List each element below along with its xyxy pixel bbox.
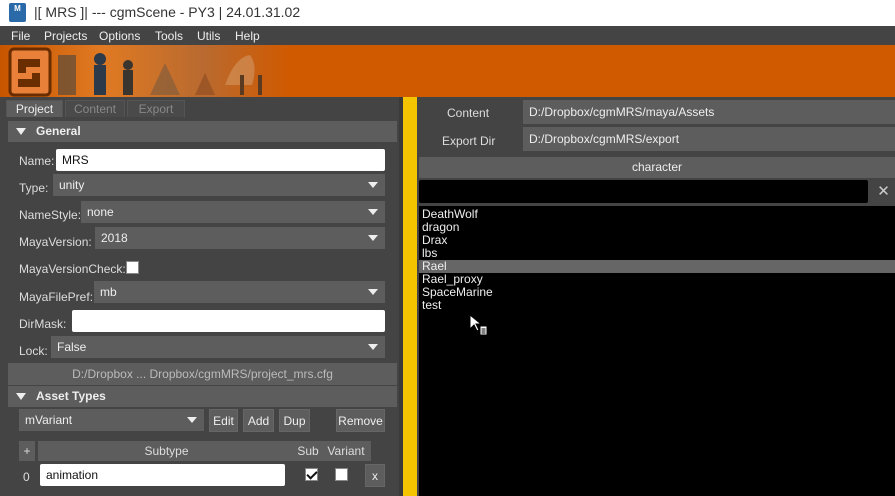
- chevron-down-icon: [187, 417, 197, 423]
- name-field[interactable]: MRS: [56, 149, 385, 171]
- name-label: Name:: [19, 154, 55, 168]
- content-panel: Content D:/Dropbox/cgmMRS/maya/Assets Ex…: [417, 97, 895, 496]
- namestyle-dropdown[interactable]: none: [81, 201, 385, 223]
- project-panel: Project Content Export General Name: MRS…: [0, 97, 403, 496]
- dirmask-field[interactable]: [72, 310, 385, 332]
- dirmask-label: DirMask:: [19, 317, 67, 331]
- banner-image: [0, 45, 895, 97]
- asset-types-section-header[interactable]: Asset Types: [8, 386, 397, 407]
- menu-options[interactable]: Options: [99, 29, 140, 43]
- collapse-triangle-icon: [16, 128, 26, 135]
- banner-artwork: [0, 45, 290, 97]
- mouse-cursor-icon: [469, 314, 488, 336]
- type-value: unity: [59, 178, 85, 192]
- mayaversion-label: MayaVersion:: [19, 235, 92, 249]
- variant-checkbox[interactable]: [335, 468, 348, 481]
- search-input[interactable]: [419, 180, 868, 203]
- edit-button[interactable]: Edit: [209, 409, 238, 432]
- general-header-label: General: [36, 124, 81, 138]
- variant-dropdown[interactable]: mVariant: [19, 409, 204, 431]
- list-item[interactable]: DeathWolf: [419, 208, 895, 221]
- list-item-selected[interactable]: Rael: [419, 260, 895, 273]
- dup-button[interactable]: Dup: [279, 409, 310, 432]
- menu-tools[interactable]: Tools: [155, 29, 183, 43]
- lock-label: Lock:: [19, 344, 48, 358]
- config-path-bar[interactable]: D:/Dropbox ... Dropbox/cgmMRS/project_mr…: [8, 363, 397, 385]
- list-item[interactable]: SpaceMarine: [419, 286, 895, 299]
- mayaversion-dropdown[interactable]: 2018: [95, 227, 385, 249]
- chevron-down-icon: [368, 344, 378, 350]
- lock-value: False: [57, 340, 87, 354]
- content-path-field[interactable]: D:/Dropbox/cgmMRS/maya/Assets: [523, 100, 895, 124]
- chevron-down-icon: [368, 289, 378, 295]
- delete-row-button[interactable]: x: [365, 464, 385, 487]
- namestyle-value: none: [87, 205, 114, 219]
- mayaversioncheck-checkbox[interactable]: [126, 261, 139, 274]
- chevron-down-icon: [368, 209, 378, 215]
- tab-content[interactable]: Content: [65, 100, 125, 117]
- maya-app-icon: M: [9, 3, 26, 22]
- add-button[interactable]: Add: [243, 409, 274, 432]
- mayafilepref-dropdown[interactable]: mb: [94, 281, 385, 303]
- menu-projects[interactable]: Projects: [44, 29, 87, 43]
- window-title: |[ MRS ]| --- cgmScene - PY3 | 24.01.31.…: [34, 4, 301, 20]
- menu-utils[interactable]: Utils: [197, 29, 220, 43]
- namestyle-label: NameStyle:: [19, 208, 82, 222]
- chevron-down-icon: [368, 182, 378, 188]
- content-label: Content: [447, 106, 490, 120]
- subtype-field[interactable]: animation: [40, 464, 285, 486]
- export-dir-label: Export Dir: [442, 134, 496, 148]
- panel-divider[interactable]: [403, 97, 417, 496]
- add-row-button[interactable]: +: [19, 441, 35, 461]
- tab-project[interactable]: Project: [6, 100, 63, 117]
- menu-file[interactable]: File: [11, 29, 30, 43]
- category-header[interactable]: character: [419, 157, 895, 178]
- mayafilepref-label: MayaFilePref:: [19, 290, 94, 304]
- mayaversioncheck-label: MayaVersionCheck:: [19, 262, 126, 276]
- sub-column-header: Sub: [295, 441, 321, 461]
- clear-search-icon[interactable]: ✕: [872, 180, 895, 203]
- variant-column-header: Variant: [321, 441, 371, 461]
- list-item[interactable]: Drax: [419, 234, 895, 247]
- list-item[interactable]: lbs: [419, 247, 895, 260]
- chevron-down-icon: [368, 235, 378, 241]
- type-label: Type:: [19, 181, 49, 195]
- tab-export[interactable]: Export: [127, 100, 185, 117]
- lock-dropdown[interactable]: False: [51, 336, 385, 358]
- mayafilepref-value: mb: [100, 285, 117, 299]
- variant-value: mVariant: [25, 413, 73, 427]
- menu-help[interactable]: Help: [235, 29, 260, 43]
- mayaversion-value: 2018: [101, 231, 128, 245]
- type-dropdown[interactable]: unity: [53, 174, 385, 196]
- subtype-column-header: Subtype: [38, 441, 295, 461]
- general-section-header[interactable]: General: [8, 121, 397, 142]
- asset-types-header-label: Asset Types: [36, 389, 106, 403]
- sub-checkbox[interactable]: [305, 468, 318, 481]
- menu-bar: File Projects Options Tools Utils Help: [0, 26, 895, 45]
- title-bar: M |[ MRS ]| --- cgmScene - PY3 | 24.01.3…: [0, 0, 895, 26]
- collapse-triangle-icon: [16, 393, 26, 400]
- remove-button[interactable]: Remove: [336, 409, 385, 432]
- row-index: 0: [23, 470, 30, 484]
- list-item[interactable]: test: [419, 299, 895, 312]
- list-item[interactable]: dragon: [419, 221, 895, 234]
- asset-list[interactable]: DeathWolf dragon Drax lbs Rael Rael_prox…: [419, 206, 895, 496]
- export-path-field[interactable]: D:/Dropbox/cgmMRS/export: [523, 127, 895, 151]
